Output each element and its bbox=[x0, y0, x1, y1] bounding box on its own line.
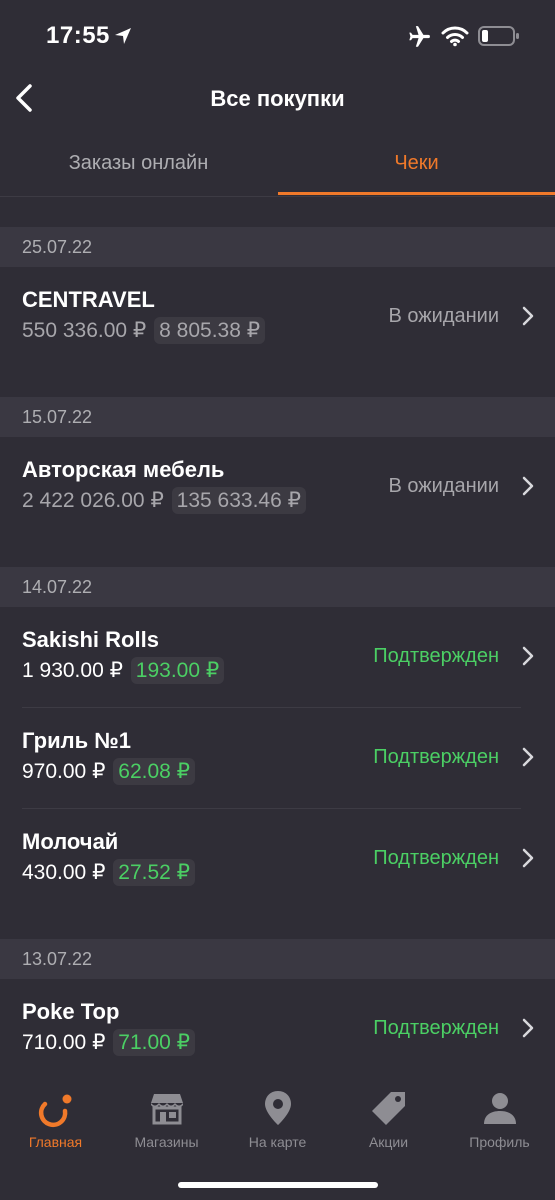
purchase-amount: 430.00 ₽ bbox=[22, 861, 106, 884]
date-header: 14.07.22 bbox=[0, 567, 555, 607]
date-header: 25.07.22 bbox=[0, 227, 555, 267]
chevron-right-icon bbox=[522, 848, 534, 868]
chevron-right-icon bbox=[522, 1018, 534, 1038]
merchant-name: Poke Top bbox=[22, 999, 120, 1024]
store-icon bbox=[150, 1094, 183, 1125]
battery-icon bbox=[478, 26, 519, 46]
purchase-amount: 550 336.00 ₽ bbox=[22, 319, 147, 342]
tab-receipts[interactable]: Чеки bbox=[278, 132, 555, 194]
amounts: 550 336.00 ₽ 8 805.38 ₽ bbox=[22, 317, 266, 344]
tabbar-item-profile[interactable]: Профиль bbox=[444, 1088, 555, 1160]
tabbar-item-home[interactable]: Главная bbox=[0, 1088, 111, 1160]
map-pin-icon bbox=[264, 1091, 291, 1125]
amounts: 2 422 026.00 ₽ 135 633.46 ₽ bbox=[22, 487, 306, 514]
purchase-row[interactable]: CENTRAVEL 550 336.00 ₽ 8 805.38 ₽ В ожид… bbox=[0, 267, 555, 367]
tabbar-item-map[interactable]: На карте bbox=[222, 1088, 333, 1160]
chevron-right-icon bbox=[522, 646, 534, 666]
tabbar-label: На карте bbox=[248, 1134, 307, 1150]
amounts: 970.00 ₽ 62.08 ₽ bbox=[22, 758, 196, 785]
purchase-row[interactable]: Sakishi Rolls 1 930.00 ₽ 193.00 ₽ Подтве… bbox=[0, 607, 555, 707]
merchant-name: Авторская мебель bbox=[22, 457, 225, 482]
home-logo-icon bbox=[38, 1094, 71, 1127]
status-label: В ожидании bbox=[388, 475, 499, 497]
chevron-right-icon bbox=[522, 476, 534, 496]
chevron-right-icon bbox=[522, 306, 534, 326]
tabbar-label: Главная bbox=[28, 1134, 83, 1150]
chevron-right-icon bbox=[522, 747, 534, 767]
profile-icon bbox=[483, 1093, 516, 1124]
purchase-amount: 970.00 ₽ bbox=[22, 760, 106, 783]
amounts: 1 930.00 ₽ 193.00 ₽ bbox=[22, 657, 225, 684]
amounts: 430.00 ₽ 27.52 ₽ bbox=[22, 859, 196, 886]
merchant-name: Sakishi Rolls bbox=[22, 627, 159, 652]
cashback-amount: 62.08 ₽ bbox=[113, 758, 196, 785]
purchase-row[interactable]: Гриль №1 970.00 ₽ 62.08 ₽ Подтвержден bbox=[0, 708, 555, 808]
merchant-name: Гриль №1 bbox=[22, 728, 131, 753]
status-label: Подтвержден bbox=[373, 746, 499, 768]
tabbar-item-stores[interactable]: Магазины bbox=[111, 1088, 222, 1160]
purchase-row[interactable]: Молочай 430.00 ₽ 27.52 ₽ Подтвержден bbox=[0, 809, 555, 909]
home-indicator bbox=[178, 1182, 378, 1188]
cashback-amount: 8 805.38 ₽ bbox=[154, 317, 266, 344]
purchase-amount: 2 422 026.00 ₽ bbox=[22, 489, 164, 512]
purchase-row[interactable]: Poke Top 710.00 ₽ 71.00 ₽ Подтвержден bbox=[0, 979, 555, 1079]
airplane-mode-icon bbox=[409, 26, 430, 47]
cashback-amount: 193.00 ₽ bbox=[130, 657, 225, 684]
tag-icon bbox=[371, 1092, 405, 1125]
purchase-amount: 710.00 ₽ bbox=[22, 1031, 106, 1054]
status-label: В ожидании bbox=[388, 305, 499, 327]
tabbar-item-promotions[interactable]: Акции bbox=[333, 1088, 444, 1160]
segment-tabs: Заказы онлайн Чеки bbox=[0, 132, 555, 197]
date-header: 13.07.22 bbox=[0, 939, 555, 979]
status-bar: 17:55 bbox=[0, 0, 555, 72]
status-label: Подтвержден bbox=[373, 645, 499, 667]
wifi-icon bbox=[441, 26, 469, 47]
status-label: Подтвержден bbox=[373, 847, 499, 869]
tabbar-label: Профиль bbox=[469, 1134, 530, 1150]
tab-online-orders[interactable]: Заказы онлайн bbox=[0, 132, 277, 194]
merchant-name: CENTRAVEL bbox=[22, 287, 155, 312]
purchase-amount: 1 930.00 ₽ bbox=[22, 659, 123, 682]
purchase-row[interactable]: Авторская мебель 2 422 026.00 ₽ 135 633.… bbox=[0, 437, 555, 537]
navigation-header: Все покупки bbox=[0, 72, 555, 128]
cashback-amount: 135 633.46 ₽ bbox=[171, 487, 306, 514]
status-time: 17:55 bbox=[46, 22, 110, 49]
amounts: 710.00 ₽ 71.00 ₽ bbox=[22, 1029, 196, 1056]
tabbar-label: Акции bbox=[368, 1134, 409, 1150]
date-header: 15.07.22 bbox=[0, 397, 555, 437]
cashback-amount: 71.00 ₽ bbox=[113, 1029, 196, 1056]
status-label: Подтвержден bbox=[373, 1017, 499, 1039]
page-title: Все покупки bbox=[210, 86, 345, 111]
tabbar-label: Магазины bbox=[134, 1134, 199, 1150]
cashback-amount: 27.52 ₽ bbox=[113, 859, 196, 886]
purchases-list: 25.07.22 CENTRAVEL 550 336.00 ₽ 8 805.38… bbox=[0, 197, 555, 1079]
location-arrow-icon bbox=[115, 28, 131, 44]
merchant-name: Молочай bbox=[22, 829, 119, 854]
active-tab-indicator bbox=[278, 192, 555, 195]
